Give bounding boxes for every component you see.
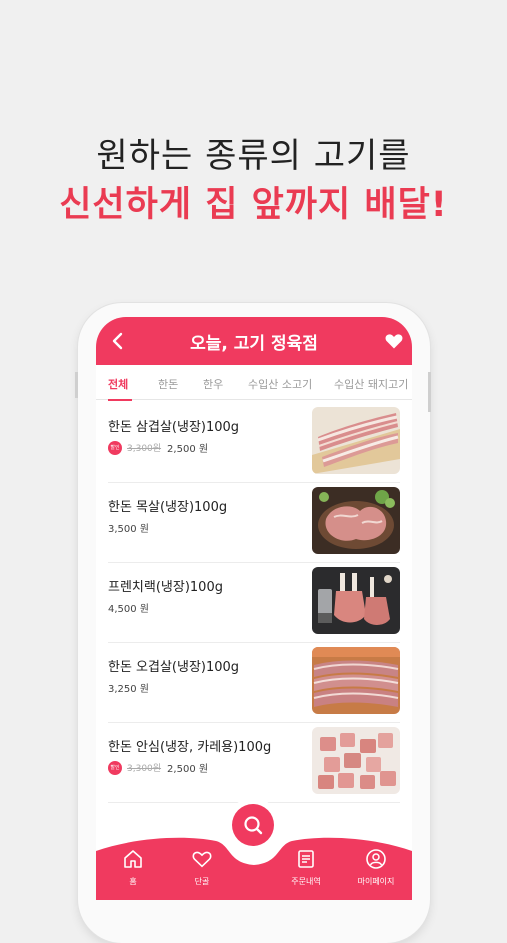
nav-favorites-label: 단골	[194, 877, 210, 886]
headline-line-1: 원하는 종류의 고기를	[96, 136, 411, 176]
product-price-line: 할인 3,300원 2,500 원	[108, 440, 208, 455]
phone-side-button	[428, 372, 431, 412]
tab-korean-beef[interactable]: 한우	[203, 376, 223, 392]
product-price: 2,500 원	[167, 764, 209, 775]
original-price: 3,300원	[127, 444, 162, 454]
tab-all[interactable]: 전체	[108, 376, 128, 392]
product-price-line: 4,500 원	[108, 600, 149, 615]
nav-orders-label: 주문내역	[291, 877, 321, 886]
nav-orders[interactable]: 주문내역	[276, 848, 336, 887]
receipt-icon	[276, 848, 336, 870]
sale-badge: 할인	[108, 760, 122, 775]
active-tab-indicator	[108, 399, 132, 401]
nav-mypage[interactable]: 마이페이지	[346, 848, 406, 887]
product-item[interactable]: 한돈 오겹살(냉장)100g 3,250 원	[108, 643, 400, 723]
category-tabs: 전체 한돈 한우 수입산 소고기 수입산 돼지고기	[96, 365, 412, 400]
original-price: 3,300원	[127, 764, 162, 774]
phone-side-button	[75, 372, 78, 398]
product-item[interactable]: 한돈 삼겹살(냉장)100g 할인 3,300원 2,500 원	[108, 403, 400, 483]
pork-belly-image	[312, 407, 400, 474]
search-button[interactable]	[232, 804, 274, 846]
sale-badge: 할인	[108, 440, 122, 455]
product-name: 한돈 목살(냉장)100g	[108, 500, 228, 515]
pork-tenderloin-image	[312, 727, 400, 794]
heart-icon[interactable]	[384, 331, 404, 351]
headline-line-2: 신선하게 집 앞까지 배달!	[59, 185, 448, 225]
product-price: 2,500 원	[167, 444, 209, 455]
app-title: 오늘, 고기 정육점	[190, 334, 318, 354]
user-icon	[346, 848, 406, 870]
product-price-line: 할인 3,300원 2,500 원	[108, 760, 208, 775]
nav-home[interactable]: 홈	[103, 848, 163, 887]
nav-mypage-label: 마이페이지	[357, 877, 395, 886]
app-header: 오늘, 고기 정육점	[96, 317, 412, 365]
product-name: 한돈 안심(냉장, 카레용)100g	[108, 740, 272, 755]
heart-outline-icon	[172, 848, 232, 870]
product-price: 3,250 원	[108, 684, 150, 695]
french-rack-image	[312, 567, 400, 634]
pork-five-layer-image	[312, 647, 400, 714]
product-price-line: 3,250 원	[108, 680, 149, 695]
nav-favorites[interactable]: 단골	[172, 848, 232, 887]
tab-korean-pork[interactable]: 한돈	[158, 376, 178, 392]
pork-neck-image	[312, 487, 400, 554]
product-name: 한돈 오겹살(냉장)100g	[108, 660, 240, 675]
product-item[interactable]: 한돈 안심(냉장, 카레용)100g 할인 3,300원 2,500 원	[108, 723, 400, 803]
product-name: 한돈 삼겹살(냉장)100g	[108, 420, 240, 435]
product-price-line: 3,500 원	[108, 520, 149, 535]
nav-home-label: 홈	[129, 877, 137, 886]
tab-imported-pork[interactable]: 수입산 돼지고기	[334, 376, 408, 392]
product-price: 3,500 원	[108, 524, 150, 535]
product-name: 프렌치랙(냉장)100g	[108, 580, 223, 595]
app-screen: 오늘, 고기 정육점 전체 한돈 한우 수입산 소고기 수입산 돼지고기 한돈 …	[96, 317, 412, 900]
product-list: 한돈 삼겹살(냉장)100g 할인 3,300원 2,500 원 한돈 목살(냉…	[96, 403, 412, 803]
product-item[interactable]: 한돈 목살(냉장)100g 3,500 원	[108, 483, 400, 563]
product-price: 4,500 원	[108, 604, 150, 615]
tab-imported-beef[interactable]: 수입산 소고기	[248, 376, 312, 392]
home-icon	[103, 848, 163, 870]
product-item[interactable]: 프렌치랙(냉장)100g 4,500 원	[108, 563, 400, 643]
